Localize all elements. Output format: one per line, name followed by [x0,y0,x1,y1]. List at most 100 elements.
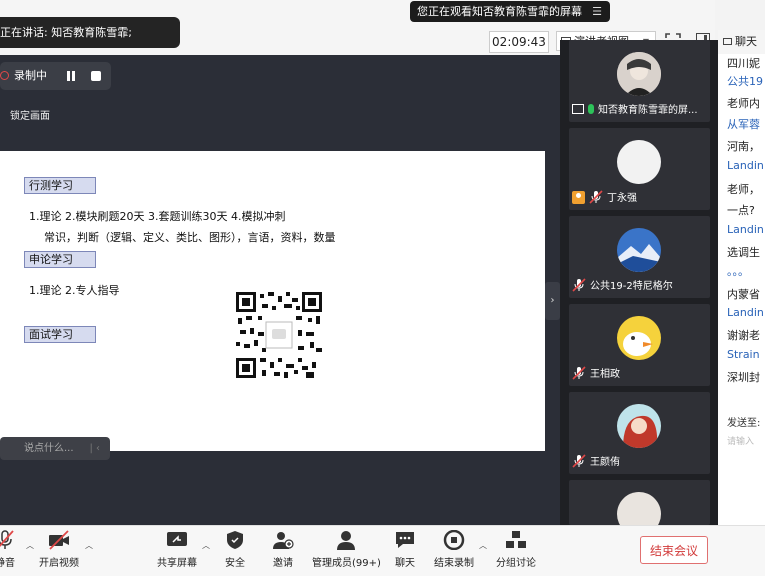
collapse-panel-button[interactable]: › [545,282,560,320]
chat-sender: Landin [727,306,764,319]
share-screen-label: 共享屏幕 [157,558,197,569]
chat-bubble-icon [394,530,416,550]
participant-tile[interactable]: 丁永强 [569,128,710,210]
participant-name: 王颜侑 [590,457,620,468]
end-meeting-button[interactable]: 结束会议 [640,536,708,564]
breakout-icon [505,530,527,550]
participant-name-bar: 王颜侑 [569,452,620,474]
start-video-button[interactable]: 开启视频 [39,530,79,569]
mic-off-icon [589,190,603,204]
slide-text-line: 1.理论 2.专人指导 [29,284,120,297]
participant-tile[interactable]: 公共19-2特尼格尔 [569,216,710,298]
qr-code [236,292,322,378]
chat-message: 选调生 [727,246,760,259]
avatar [617,316,661,360]
invite-label: 邀请 [273,558,293,569]
chat-message: 内蒙省 [727,288,760,301]
invite-button[interactable]: 邀请 [272,530,294,569]
participant-name-bar: 公共19-2特尼格尔 [569,276,673,298]
chat-input[interactable]: 请输入 [727,434,754,447]
avatar [617,52,661,96]
participant-name-bar: 王相政 [569,364,620,386]
participant-name: 公共19-2特尼格尔 [590,281,673,292]
chat-message: 老师内 [727,97,760,110]
mute-button[interactable]: 静音 [0,530,16,569]
chat-panel: 聊天 四川妮 公共19 老师内 从军蓉 河南， Landin 老师， 一点? L… [718,30,765,525]
slide-text-line: 1.理论 2.模块刷题20天 3.套题训练30天 4.模拟冲刺 [29,210,286,223]
chat-header[interactable]: 聊天 [718,30,765,54]
manage-members-label: 管理成员(99+) [312,558,381,569]
chat-sender: Landin [727,159,764,172]
chevron-up-icon[interactable]: ︿ [202,540,210,551]
participant-name: 知否教育陈雪霏的屏... [598,105,698,116]
chat-message: 老师， [727,183,760,196]
stop-recording-button[interactable] [91,71,101,81]
chat-message: 谢谢老 [727,329,760,342]
end-recording-button[interactable]: 结束录制 [434,529,474,569]
camera-off-icon [48,530,70,550]
participant-tile[interactable]: 王颜侑 [569,392,710,474]
avatar [617,404,661,448]
participant-name-bar: 丁永强 [569,188,637,210]
avatar [617,140,661,184]
start-video-label: 开启视频 [39,558,79,569]
chevron-up-icon[interactable]: ︿ [85,540,93,551]
participant-name-bar: 知否教育陈雪霏的屏... [569,100,698,122]
lock-screen-button[interactable]: 锁定画面 [10,107,50,122]
participant-name: 王相政 [590,369,620,380]
recording-controls: 录制中 [0,62,111,90]
section-heading: 行测学习 [24,177,96,194]
mute-label: 静音 [0,558,15,569]
chat-sender: 公共19 [727,75,763,88]
breakout-rooms-button[interactable]: 分组讨论 [496,530,536,569]
chat-hint-text: 说点什么... [24,443,74,454]
shield-icon [224,530,246,550]
mic-off-icon [572,366,586,380]
share-screen-icon [166,530,188,550]
manage-members-button[interactable]: 管理成员(99+) [312,530,381,569]
chat-message: 深圳封 [727,371,760,384]
chat-sender: 从军蓉 [727,118,760,131]
user-icon [572,191,585,204]
participants-panel: 知否教育陈雪霏的屏... 丁永强 公共19-2特尼格尔 王相政 王颜侑 [560,40,718,536]
members-icon [335,530,357,550]
mic-off-icon [0,530,16,550]
participant-tile[interactable]: 王相政 [569,304,710,386]
stop-record-icon [443,529,465,551]
security-button[interactable]: 安全 [224,530,246,569]
presentation-slide: 行测学习 1.理论 2.模块刷题20天 3.套题训练30天 4.模拟冲刺 常识，… [0,151,545,451]
breakout-rooms-label: 分组讨论 [496,558,536,569]
chat-message: 四川妮 [727,57,760,70]
participant-tile[interactable]: 知否教育陈雪霏的屏... [569,40,710,122]
meeting-timer: 02:09:43 [489,31,549,53]
slide-text-line: 常识，判断（逻辑、定义、类比、图形），言语，资料，数量 [44,231,336,244]
participant-tile[interactable] [569,480,710,536]
end-recording-label: 结束录制 [434,558,474,569]
send-to-label[interactable]: 发送至: [727,414,760,429]
chat-input-hint[interactable]: 说点什么... | ‹ [0,437,110,460]
menu-icon[interactable]: ☰ [592,1,602,22]
recording-icon [0,71,9,80]
viewing-banner[interactable]: 您正在观看知否教育陈雪霏的屏幕 ☰ [410,1,610,22]
screen-share-icon [572,104,584,114]
chevron-up-icon[interactable]: ︿ [26,540,34,551]
chat-button[interactable]: 聊天 [394,530,416,569]
chat-title: 聊天 [735,35,757,48]
chat-sender: Landin [727,223,764,236]
add-user-icon [272,530,294,550]
mic-on-icon [588,104,594,114]
section-heading: 申论学习 [24,251,96,268]
chat-label: 聊天 [395,558,415,569]
avatar [617,228,661,272]
viewing-banner-text: 您正在观看知否教育陈雪霏的屏幕 [417,5,582,18]
chevron-up-icon[interactable]: ︿ [479,540,487,551]
chat-sender: Strain [727,348,760,361]
recording-status: 录制中 [14,69,47,82]
pause-recording-button[interactable] [63,68,79,84]
chat-sender: 。。。 [727,265,749,278]
share-screen-button[interactable]: 共享屏幕 [157,530,197,569]
chat-message: 一点? [727,204,755,217]
participant-name: 丁永强 [607,193,637,204]
security-label: 安全 [225,558,245,569]
mic-off-icon [572,454,586,468]
